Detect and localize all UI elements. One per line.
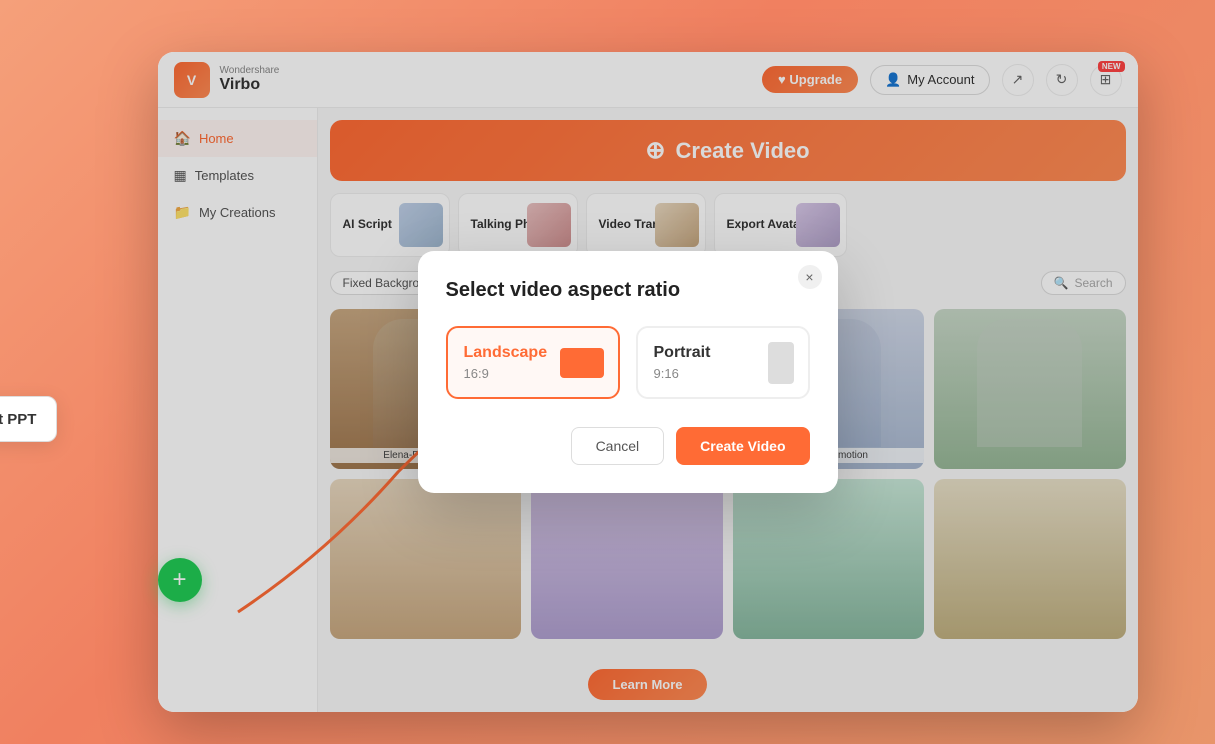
- modal-overlay: × Select video aspect ratio Landscape 16…: [158, 52, 1138, 712]
- import-ppt-button[interactable]: 📋 Import PPT: [0, 396, 57, 442]
- portrait-option[interactable]: Portrait 9:16: [636, 326, 810, 399]
- create-video-button[interactable]: Create Video: [676, 427, 809, 465]
- portrait-label: Portrait: [654, 344, 711, 362]
- landscape-icon: [560, 348, 604, 378]
- landscape-ratio: 16:9: [464, 366, 489, 381]
- cancel-button[interactable]: Cancel: [571, 427, 665, 465]
- ratio-options: Landscape 16:9 Portrait 9:16: [446, 326, 810, 399]
- modal-actions: Cancel Create Video: [446, 427, 810, 465]
- portrait-icon: [768, 342, 794, 384]
- import-ppt-label: Import PPT: [0, 411, 36, 428]
- app-window: V Wondershare Virbo ♥ Upgrade 👤 My Accou…: [158, 52, 1138, 712]
- aspect-ratio-modal: × Select video aspect ratio Landscape 16…: [418, 251, 838, 493]
- portrait-ratio: 9:16: [654, 366, 679, 381]
- landscape-label: Landscape: [464, 344, 548, 362]
- modal-title: Select video aspect ratio: [446, 279, 810, 302]
- modal-close-button[interactable]: ×: [798, 265, 822, 289]
- landscape-option[interactable]: Landscape 16:9: [446, 326, 620, 399]
